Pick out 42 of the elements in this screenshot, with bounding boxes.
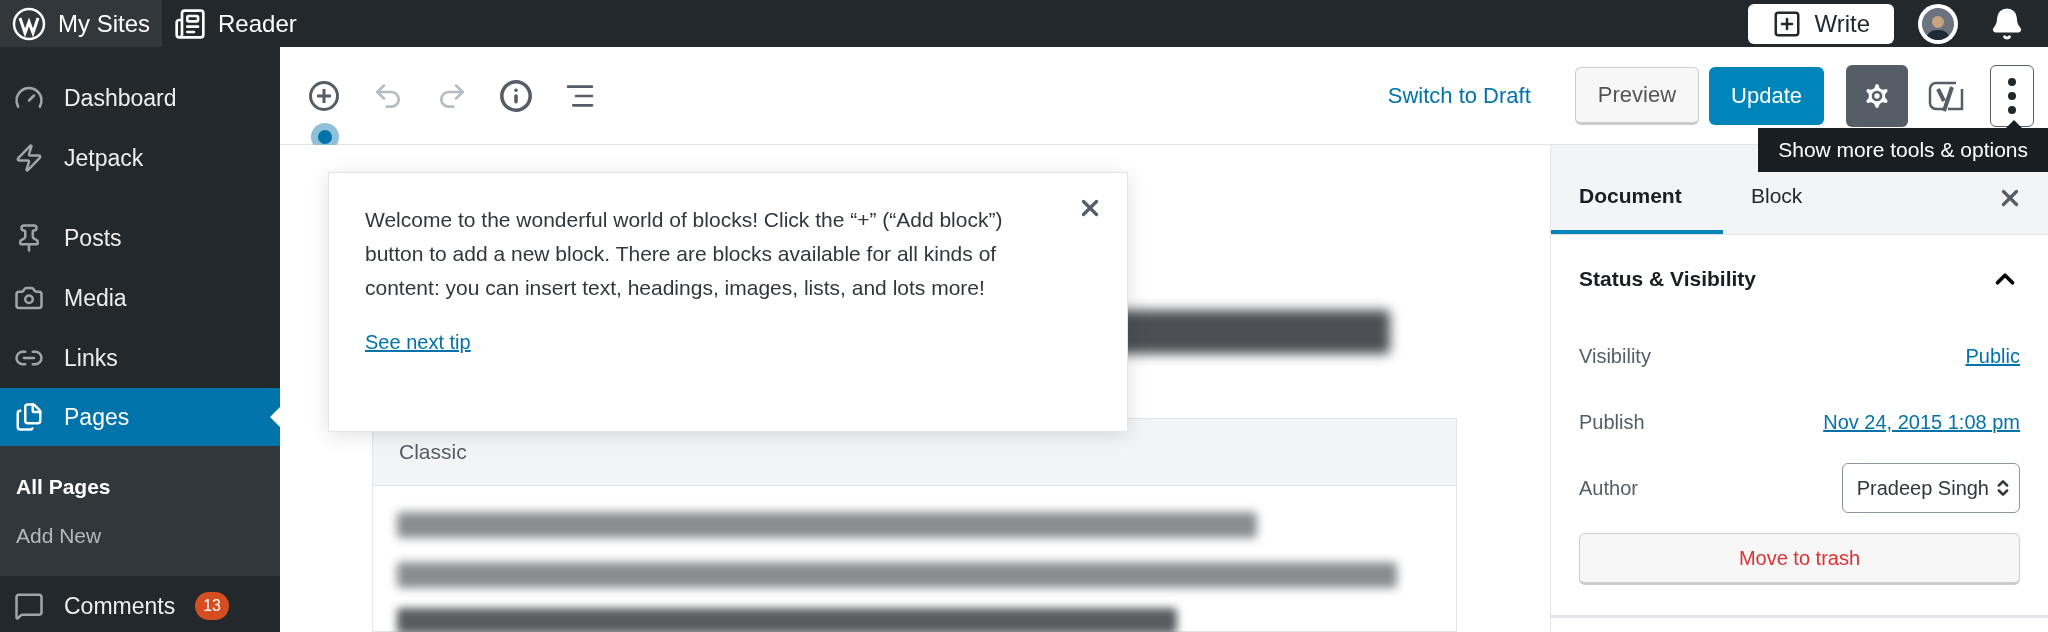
section-title: Status & Visibility xyxy=(1579,266,1756,293)
update-button[interactable]: Update xyxy=(1709,66,1824,125)
switch-to-draft-link[interactable]: Switch to Draft xyxy=(1387,79,1531,112)
add-icon xyxy=(308,79,340,112)
top-bar-tab[interactable]: Reader xyxy=(162,0,309,47)
tooltip-arrow xyxy=(2006,120,2022,128)
field-label: Publish xyxy=(1579,410,1645,435)
count-badge: 13 xyxy=(195,592,229,620)
menu-item[interactable]: Links xyxy=(0,328,280,388)
wordpress-logo-icon xyxy=(12,6,46,41)
panel-tab[interactable]: Block xyxy=(1723,176,1831,234)
menu-item[interactable]: Pages xyxy=(0,388,280,446)
move-to-trash-button[interactable]: Move to trash xyxy=(1579,533,2020,585)
field-value-link[interactable]: Public xyxy=(1965,341,2020,371)
settings-button[interactable] xyxy=(1846,64,1908,127)
pages-icon xyxy=(14,402,44,432)
tip-text: Welcome to the wonderful world of blocks! Click the “+” (“Add block”) button to add a new block. There are blocks available for all kinds of content: you can insert text, headings, images, lists, and lots more! xyxy=(365,207,1004,301)
bolt-icon xyxy=(14,143,44,173)
submenu-item[interactable]: Add New xyxy=(0,511,280,560)
more-vertical-icon xyxy=(2007,76,2017,115)
menu-item[interactable]: Jetpack xyxy=(0,128,280,188)
author-select[interactable]: Pradeep Singh xyxy=(1841,463,2020,513)
speech-bubble-icon xyxy=(14,591,44,621)
more-options-button[interactable] xyxy=(1990,64,2034,127)
top-bar-tab[interactable]: My Sites xyxy=(0,0,162,47)
menu-item[interactable]: Media xyxy=(0,268,280,328)
see-next-tip-link[interactable]: See next tip xyxy=(365,327,471,357)
section-header[interactable]: Status & Visibility xyxy=(1579,235,2020,323)
newspaper-icon xyxy=(174,7,206,40)
write-button[interactable]: Write xyxy=(1748,3,1894,44)
field-value-link[interactable]: Nov 24, 2015 1:08 pm xyxy=(1823,407,2020,437)
submenu-item[interactable]: All Pages xyxy=(0,462,280,511)
menu-item[interactable]: Posts xyxy=(0,208,280,268)
panel-tab[interactable]: Document xyxy=(1551,176,1723,234)
field-label: Author xyxy=(1579,476,1638,501)
avatar[interactable] xyxy=(1918,3,1958,44)
menu-item[interactable]: Dashboard xyxy=(0,68,280,128)
field-label: Visibility xyxy=(1579,344,1651,369)
preview-button[interactable]: Preview xyxy=(1574,66,1700,125)
notification-bell-icon[interactable] xyxy=(1990,6,2024,41)
menu-item[interactable]: Comments 13 xyxy=(0,576,280,632)
info-icon xyxy=(499,78,533,113)
